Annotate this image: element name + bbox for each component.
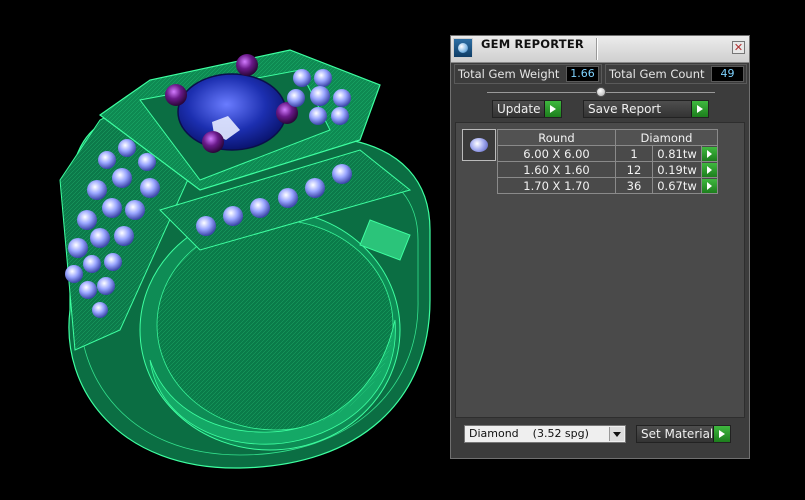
table-row[interactable]: 1.60 X 1.60 12 0.19tw xyxy=(497,161,718,178)
material-header: Diamond xyxy=(615,129,718,146)
material-select[interactable]: Diamond (3.52 spg) xyxy=(464,425,626,443)
title-bar[interactable]: GEM REPORTER ✕ xyxy=(451,36,749,63)
3d-viewport[interactable] xyxy=(0,0,450,496)
round-gem-thumbnail-icon[interactable] xyxy=(462,129,496,161)
gem-weight: 0.67tw xyxy=(652,177,702,194)
green-play-arrow-icon xyxy=(702,146,717,161)
chevron-down-icon[interactable] xyxy=(609,427,624,441)
gem-size: 1.60 X 1.60 xyxy=(497,161,616,178)
gem-count: 1 xyxy=(615,145,653,162)
set-material-button[interactable]: Set Material xyxy=(636,425,731,443)
set-material-button-label: Set Material xyxy=(641,427,714,441)
update-button[interactable]: Update xyxy=(492,100,562,118)
gem-weight: 0.19tw xyxy=(652,161,702,178)
title-separator xyxy=(596,38,597,60)
shape-header: Round xyxy=(497,129,616,146)
update-button-label: Update xyxy=(497,102,541,116)
total-gem-weight-value: 1.66 xyxy=(566,66,599,82)
green-play-arrow-icon xyxy=(702,178,717,193)
gem-size: 1.70 X 1.70 xyxy=(497,177,616,194)
panel-title: GEM REPORTER xyxy=(481,37,584,51)
close-icon[interactable]: ✕ xyxy=(732,41,745,54)
material-select-value: Diamond (3.52 spg) xyxy=(469,427,589,440)
row-select-button[interactable] xyxy=(701,161,718,178)
green-play-arrow-icon xyxy=(544,101,561,117)
row-select-button[interactable] xyxy=(701,177,718,194)
row-select-button[interactable] xyxy=(701,145,718,162)
gem-reporter-panel: GEM REPORTER ✕ Total Gem Weight 1.66 Tot… xyxy=(450,35,750,459)
collapse-knob-icon[interactable] xyxy=(596,87,606,97)
save-report-button-label: Save Report xyxy=(588,102,662,116)
table-row[interactable]: 6.00 X 6.00 1 0.81tw xyxy=(497,145,718,162)
ring-model-render xyxy=(59,49,431,469)
gem-list-area: Round Diamond 6.00 X 6.00 1 0.81tw 1.60 … xyxy=(455,122,745,418)
table-row[interactable]: 1.70 X 1.70 36 0.67tw xyxy=(497,177,718,194)
green-play-arrow-icon xyxy=(713,426,730,442)
gem-size: 6.00 X 6.00 xyxy=(497,145,616,162)
gem-count: 12 xyxy=(615,161,653,178)
gem-table-header: Round Diamond xyxy=(497,129,718,146)
gem-reporter-app-icon xyxy=(453,38,473,58)
center-stone xyxy=(177,73,287,151)
total-gem-count-value: 49 xyxy=(711,66,744,82)
total-gem-weight-label: Total Gem Weight xyxy=(458,67,560,81)
gem-table: Round Diamond 6.00 X 6.00 1 0.81tw 1.60 … xyxy=(497,129,718,194)
green-play-arrow-icon xyxy=(702,162,717,177)
total-gem-count-label: Total Gem Count xyxy=(609,67,705,81)
gem-weight: 0.81tw xyxy=(652,145,702,162)
gem-count: 36 xyxy=(615,177,653,194)
save-report-button[interactable]: Save Report xyxy=(583,100,709,118)
green-play-arrow-icon xyxy=(691,101,708,117)
